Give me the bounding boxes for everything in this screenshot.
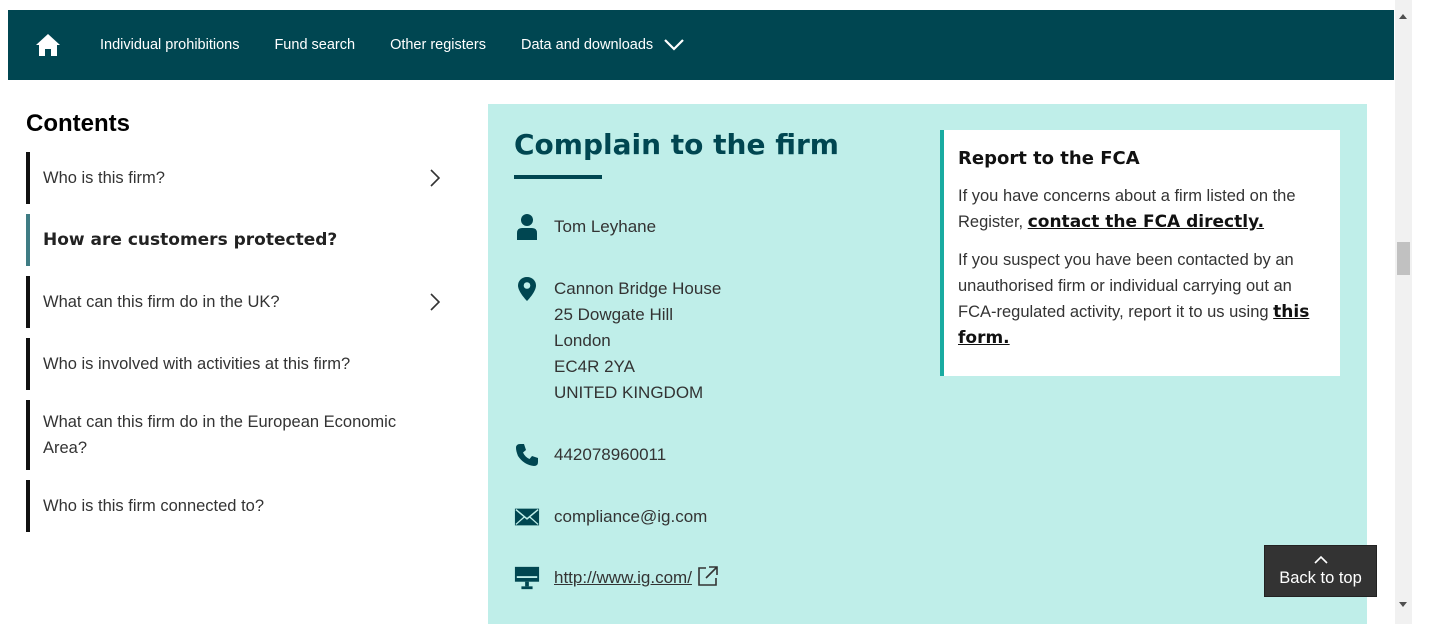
address-block: Cannon Bridge House 25 Dowgate Hill Lond… <box>554 276 721 406</box>
back-to-top-button[interactable]: Back to top <box>1264 545 1377 597</box>
toc-how-are-customers-protected[interactable]: How are customers protected? <box>26 214 446 266</box>
contact-name-row: Tom Leyhane <box>514 214 656 240</box>
scroll-up-arrow-icon[interactable] <box>1399 14 1407 19</box>
chevron-right-icon <box>430 169 440 187</box>
toc-item-label: Who is this firm connected to? <box>43 496 265 515</box>
home-button[interactable] <box>33 30 63 60</box>
address-line: Cannon Bridge House <box>554 279 722 298</box>
address-line: 25 Dowgate Hill <box>554 305 674 324</box>
report-paragraph-2: If you suspect you have been contacted b… <box>958 247 1326 351</box>
nav-other-registers[interactable]: Other registers <box>390 37 486 53</box>
toc-item-label: What can this firm do in the UK? <box>43 292 280 311</box>
nav-data-and-downloads[interactable]: Data and downloads <box>521 37 685 53</box>
chevron-down-icon <box>664 39 684 51</box>
email-address[interactable]: compliance@ig.com <box>554 504 707 530</box>
report-text: If you suspect you have been contacted b… <box>958 251 1294 321</box>
report-to-fca-box: Report to the FCA If you have concerns a… <box>940 130 1340 376</box>
address-line: UNITED KINGDOM <box>554 383 704 402</box>
website-row: http://www.ig.com/ <box>514 565 719 591</box>
computer-icon <box>514 566 540 590</box>
contents-title: Contents <box>26 110 130 137</box>
nav-individual-prohibitions[interactable]: Individual prohibitions <box>100 37 239 53</box>
nav-data-and-downloads-label: Data and downloads <box>520 37 654 53</box>
toc-who-is-this-firm-connected-to[interactable]: Who is this firm connected to? <box>26 480 446 532</box>
toc-item-label: How are customers protected? <box>43 230 338 250</box>
toc-what-can-this-firm-do-eea[interactable]: What can this firm do in the European Ec… <box>26 400 446 470</box>
home-icon <box>36 34 60 56</box>
toc-item-label: Who is involved with activities at this … <box>43 354 351 373</box>
complain-title: Complain to the firm <box>514 128 839 161</box>
phone-row: 442078960011 <box>514 442 666 468</box>
complain-panel: Complain to the firm Tom Leyhane Cannon … <box>488 104 1367 624</box>
contents-list: Who is this firm? How are customers prot… <box>26 152 446 542</box>
location-pin-icon <box>518 277 536 301</box>
envelope-icon <box>514 508 540 526</box>
contact-fca-link[interactable]: contact the FCA directly. <box>1028 212 1264 232</box>
phone-number: 442078960011 <box>554 445 667 464</box>
top-cutoff <box>0 0 1395 10</box>
email-row: compliance@ig.com <box>514 504 707 530</box>
toc-item-label: Who is this firm? <box>43 168 165 187</box>
report-paragraph-1: If you have concerns about a firm listed… <box>958 183 1326 235</box>
title-underline <box>514 175 602 179</box>
vertical-scrollbar[interactable] <box>1395 0 1412 624</box>
external-link-icon <box>698 566 718 586</box>
main-nav: Individual prohibitions Fund search Othe… <box>8 10 1394 80</box>
toc-who-is-this-firm[interactable]: Who is this firm? <box>26 152 446 204</box>
toc-item-label: What can this firm do in the European Ec… <box>43 413 397 457</box>
back-to-top-label: Back to top <box>1279 568 1362 587</box>
chevron-right-icon <box>430 293 440 311</box>
toc-what-can-this-firm-do-uk[interactable]: What can this firm do in the UK? <box>26 276 446 328</box>
address-line: London <box>554 331 611 350</box>
website-link[interactable]: http://www.ig.com/ <box>554 565 692 591</box>
scroll-down-arrow-icon[interactable] <box>1399 602 1407 607</box>
report-title: Report to the FCA <box>958 148 1140 169</box>
contact-name: Tom Leyhane <box>554 217 657 236</box>
address-line: EC4R 2YA <box>554 357 635 376</box>
person-icon <box>517 214 537 240</box>
scrollbar-thumb[interactable] <box>1397 242 1410 275</box>
phone-icon <box>516 444 538 466</box>
chevron-up-icon <box>1313 555 1328 564</box>
nav-fund-search[interactable]: Fund search <box>274 37 355 53</box>
toc-who-is-involved[interactable]: Who is involved with activities at this … <box>26 338 446 390</box>
address-row: Cannon Bridge House 25 Dowgate Hill Lond… <box>514 276 721 406</box>
